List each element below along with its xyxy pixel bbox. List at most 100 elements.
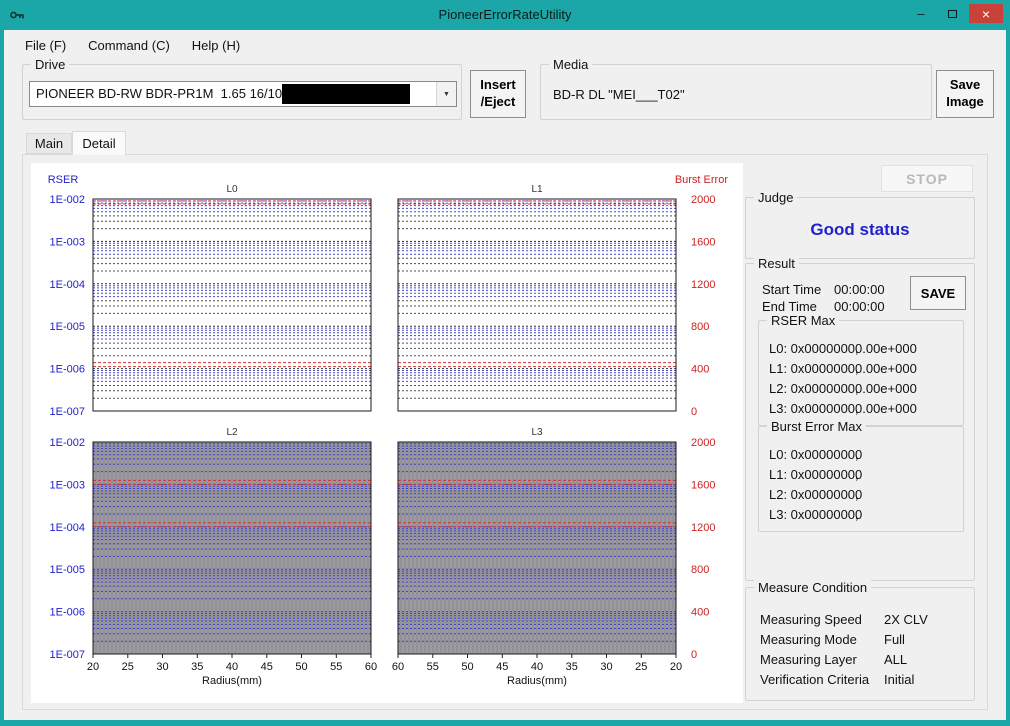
y-tick-left: 1E-003 — [50, 236, 85, 248]
burst-row-value: 0 — [855, 447, 862, 462]
caption-buttons: – × — [907, 4, 1003, 23]
burst-row-label: L3: 0x0000000, — [769, 507, 855, 522]
titlebar[interactable]: PioneerErrorRateUtility – × — [0, 0, 1010, 30]
x-axis-title: Radius(mm) — [202, 675, 262, 687]
condition-value: Initial — [884, 672, 914, 687]
judge-status: Good status — [746, 220, 974, 240]
save-image-label-line2: Image — [946, 94, 984, 111]
y-tick-left: 1E-005 — [50, 564, 85, 576]
rser-row-value: 0.00e+000 — [855, 341, 917, 356]
chart-title: L3 — [531, 427, 543, 438]
close-button[interactable]: × — [969, 4, 1003, 23]
x-tick: 50 — [295, 661, 307, 673]
end-time-row: End Time 00:00:00 — [762, 299, 885, 314]
maximize-button[interactable] — [938, 4, 966, 23]
rser-max-row: L1: 0x0000000, 0.00e+000 — [769, 361, 917, 376]
tab-detail[interactable]: Detail — [72, 131, 126, 155]
left-axis-title: RSER — [48, 174, 79, 186]
burst-max-row: L0: 0x0000000, 0 — [769, 447, 862, 462]
condition-label: Measuring Layer — [760, 652, 884, 667]
media-group-label: Media — [549, 57, 592, 72]
x-axis-title: Radius(mm) — [507, 675, 567, 687]
condition-value: Full — [884, 632, 905, 647]
condition-label: Measuring Speed — [760, 612, 884, 627]
insert-eject-button[interactable]: Insert /Eject — [470, 70, 526, 118]
y-tick-right: 2000 — [691, 194, 715, 206]
measure-condition-row: Measuring Speed 2X CLV — [760, 612, 928, 627]
save-button[interactable]: SAVE — [910, 276, 966, 310]
x-tick: 35 — [191, 661, 203, 673]
menu-file[interactable]: File (F) — [14, 34, 77, 57]
menu-help[interactable]: Help (H) — [181, 34, 251, 57]
burst-row-value: 0 — [855, 467, 862, 482]
y-tick-left: 1E-003 — [50, 479, 85, 491]
y-tick-left: 1E-004 — [50, 279, 85, 291]
drive-combobox[interactable]: PIONEER BD-RW BDR-PR1M 1.65 16/10/05 ▼ — [29, 81, 457, 107]
measure-condition-label: Measure Condition — [754, 580, 871, 595]
rser-row-value: 0.00e+000 — [855, 401, 917, 416]
x-tick: 45 — [261, 661, 273, 673]
y-tick-right: 0 — [691, 406, 697, 418]
x-tick: 45 — [496, 661, 508, 673]
rser-max-group: RSER Max L0: 0x0000000, 0.00e+000 L1: 0x… — [758, 320, 964, 426]
start-time-label: Start Time — [762, 282, 834, 297]
burst-row-label: L0: 0x0000000, — [769, 447, 855, 462]
rser-row-label: L1: 0x0000000, — [769, 361, 855, 376]
error-rate-charts: RSER Burst Error 1E-002 1E-003 1E-004 1E-005 1… — [33, 165, 733, 697]
drive-group-label: Drive — [31, 57, 69, 72]
end-time-label: End Time — [762, 299, 834, 314]
rser-row-label: L3: 0x0000000, — [769, 401, 855, 416]
chart-title: L0 — [226, 184, 238, 195]
measure-condition-row: Measuring Layer ALL — [760, 652, 907, 667]
x-tick: 55 — [330, 661, 342, 673]
window-title: PioneerErrorRateUtility — [0, 7, 1010, 22]
y-tick-left: 1E-006 — [50, 607, 85, 619]
y-tick-right: 800 — [691, 321, 709, 333]
burst-error-max-group: Burst Error Max L0: 0x0000000, 0 L1: 0x0… — [758, 426, 964, 532]
x-tick: 55 — [427, 661, 439, 673]
y-tick-left: 1E-007 — [50, 406, 85, 418]
client-area: File (F) Command (C) Help (H) Drive PION… — [4, 30, 1006, 720]
result-group-label: Result — [754, 256, 799, 271]
rser-row-label: L0: 0x0000000, — [769, 341, 855, 356]
tab-main[interactable]: Main — [26, 133, 72, 154]
x-tick: 60 — [392, 661, 404, 673]
x-tick: 50 — [461, 661, 473, 673]
minimize-button[interactable]: – — [907, 4, 935, 23]
rser-row-value: 0.00e+000 — [855, 361, 917, 376]
drive-group: Drive PIONEER BD-RW BDR-PR1M 1.65 16/10/… — [22, 64, 462, 120]
y-tick-left: 1E-002 — [50, 437, 85, 449]
save-image-button[interactable]: Save Image — [936, 70, 994, 118]
measure-condition-row: Verification Criteria Initial — [760, 672, 914, 687]
maximize-icon — [948, 10, 957, 18]
media-value: BD-R DL "MEI___T02" — [553, 87, 685, 102]
end-time-value: 00:00:00 — [834, 299, 885, 314]
burst-max-row: L1: 0x0000000, 0 — [769, 467, 862, 482]
y-tick-left: 1E-005 — [50, 321, 85, 333]
measure-condition-row: Measuring Mode Full — [760, 632, 905, 647]
x-tick: 20 — [87, 661, 99, 673]
y-tick-right: 0 — [691, 649, 697, 661]
burst-row-value: 0 — [855, 507, 862, 522]
x-tick: 30 — [156, 661, 168, 673]
y-tick-right: 2000 — [691, 437, 715, 449]
x-tick: 20 — [670, 661, 682, 673]
burst-row-value: 0 — [855, 487, 862, 502]
insert-eject-label-line1: Insert — [480, 77, 515, 94]
start-time-value: 00:00:00 — [834, 282, 885, 297]
combobox-dropdown-icon[interactable]: ▼ — [436, 82, 456, 106]
right-axis-title: Burst Error — [675, 174, 729, 186]
burst-error-max-group-label: Burst Error Max — [767, 419, 866, 434]
x-tick: 60 — [365, 661, 377, 673]
y-tick-right: 1600 — [691, 479, 715, 491]
y-tick-right: 1200 — [691, 279, 715, 291]
stop-button[interactable]: STOP — [881, 165, 973, 192]
x-tick: 25 — [635, 661, 647, 673]
judge-group: Judge Good status — [745, 197, 975, 259]
y-tick-left: 1E-006 — [50, 364, 85, 376]
burst-max-row: L2: 0x0000000, 0 — [769, 487, 862, 502]
y-tick-right: 400 — [691, 607, 709, 619]
redacted-serial — [282, 84, 410, 104]
rser-max-row: L0: 0x0000000, 0.00e+000 — [769, 341, 917, 356]
menu-command[interactable]: Command (C) — [77, 34, 181, 57]
